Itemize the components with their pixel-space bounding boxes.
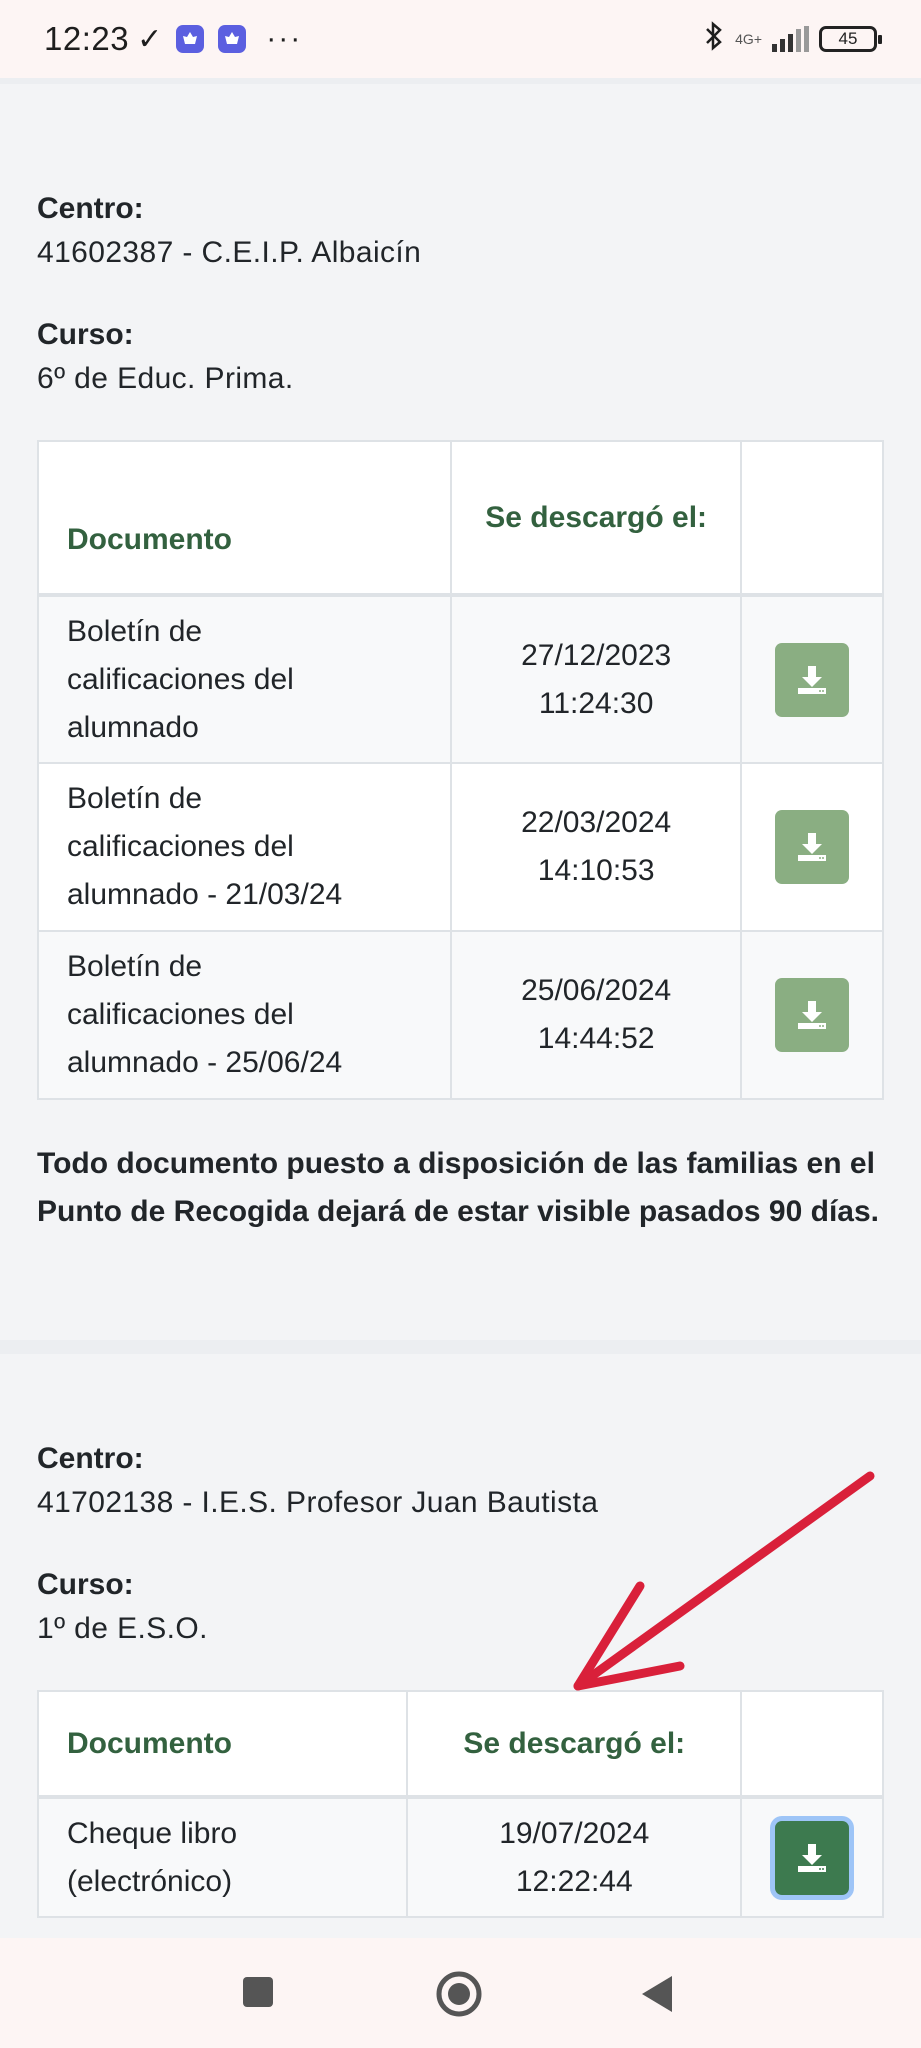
download-icon [798, 665, 827, 694]
doc-name-cell: Boletín de calificaciones del alumnado [37, 594, 452, 764]
download-date: 22/03/2024 [521, 806, 672, 839]
centro-block: Centro: 41602387 - C.E.I.P. Albaicín [37, 188, 884, 276]
download-time: 12:22:44 [515, 1864, 633, 1898]
doc-name-line: Boletín de [67, 614, 203, 648]
documents-table: Documento Se descargó el: Boletín de cal… [37, 440, 884, 1100]
network-type: 4G+ [735, 31, 762, 47]
page-content: Centro: 41602387 - C.E.I.P. Albaicín Cur… [0, 78, 921, 1938]
table-row: Boletín de calificaciones del alumnado -… [37, 930, 884, 1100]
download-button[interactable] [775, 1820, 850, 1895]
download-icon [798, 1843, 827, 1872]
download-button[interactable] [775, 810, 850, 884]
navigation-bar [0, 1938, 921, 2048]
centro-label: Centro: [37, 192, 144, 225]
bluetooth-icon [703, 20, 725, 58]
red-arrow-annotation [573, 1471, 875, 1691]
battery-icon: 45 [819, 26, 882, 52]
doc-name-line: calificaciones del [67, 830, 294, 863]
download-button[interactable] [775, 978, 850, 1052]
centro-value: 41602387 - C.E.I.P. Albaicín [37, 236, 422, 269]
section-divider [0, 1340, 921, 1354]
table-row: Boletín de calificaciones del alumnado 2… [37, 594, 884, 764]
download-date-cell: 25/06/2024 14:44:52 [449, 930, 743, 1100]
doc-name-cell: Boletín de calificaciones del alumnado -… [37, 762, 452, 932]
doc-name-cell: Cheque libro (electrónico) [36, 1796, 409, 1918]
download-button[interactable] [775, 642, 850, 717]
doc-name-line: calificaciones del [67, 998, 294, 1031]
square-icon[interactable] [240, 1974, 276, 2015]
download-date-cell: 27/12/2023 11:24:30 [449, 594, 743, 764]
centro-card-1: Centro: 41602387 - C.E.I.P. Albaicín Cur… [0, 78, 921, 1340]
download-icon [798, 1001, 827, 1029]
documents-table: Documento Se descargó el: Cheque libro (… [36, 1690, 884, 1918]
action-cell [740, 762, 884, 932]
check-icon: ✓ [137, 22, 163, 56]
download-date-cell: 19/07/2024 12:22:44 [406, 1796, 743, 1918]
header-actions [740, 1690, 884, 1799]
curso-label: Curso: [37, 318, 134, 351]
app-notification-icon-2 [218, 25, 247, 53]
download-time: 14:44:52 [537, 1022, 655, 1055]
doc-name-cell: Boletín de calificaciones del alumnado -… [37, 930, 452, 1100]
app-notification-icon [176, 25, 205, 53]
table-row: Boletín de calificaciones del alumnado -… [37, 762, 884, 932]
action-cell [740, 930, 884, 1100]
doc-name-line: calificaciones del [67, 662, 294, 696]
header-documento: Documento [37, 440, 452, 597]
download-date: 27/12/2023 [521, 638, 672, 672]
doc-name-line: Cheque libro [67, 1816, 238, 1850]
download-time: 11:24:30 [538, 686, 654, 720]
download-date: 25/06/2024 [521, 974, 672, 1007]
curso-block: Curso: 6º de Educ. Prima. [37, 314, 884, 402]
download-date-cell: 22/03/2024 14:10:53 [449, 762, 743, 932]
curso-value: 6º de Educ. Prima. [37, 362, 294, 395]
doc-name-line: Boletín de [67, 950, 203, 983]
status-time: 12:23 [44, 20, 130, 57]
retention-notice: Todo documento puesto a disposición de l… [37, 1147, 879, 1228]
download-icon [798, 833, 827, 861]
action-cell [740, 1796, 884, 1918]
download-date: 19/07/2024 [499, 1816, 650, 1850]
circle-icon[interactable] [435, 1970, 483, 2023]
triangle-back-icon[interactable] [640, 1974, 676, 2019]
more-notifications-icon: ··· [266, 22, 303, 55]
header-documento: Documento [36, 1690, 409, 1799]
doc-name-line: alumnado - 21/03/24 [67, 878, 343, 911]
doc-name-line: Boletín de [67, 782, 203, 815]
table-row: Cheque libro (electrónico) 19/07/2024 12… [36, 1796, 884, 1918]
status-bar: 12:23 ✓ ··· 4G+ 45 [0, 0, 921, 78]
doc-name-line: alumnado - 25/06/24 [67, 1046, 343, 1079]
header-fecha: Se descargó el: [406, 1690, 743, 1799]
signal-icon [772, 26, 809, 52]
doc-name-line: alumnado [67, 710, 199, 744]
header-fecha: Se descargó el: [449, 440, 743, 597]
action-cell [740, 594, 884, 764]
doc-name-line: (electrónico) [67, 1864, 233, 1898]
download-time: 14:10:53 [537, 854, 655, 887]
header-actions [740, 440, 884, 597]
